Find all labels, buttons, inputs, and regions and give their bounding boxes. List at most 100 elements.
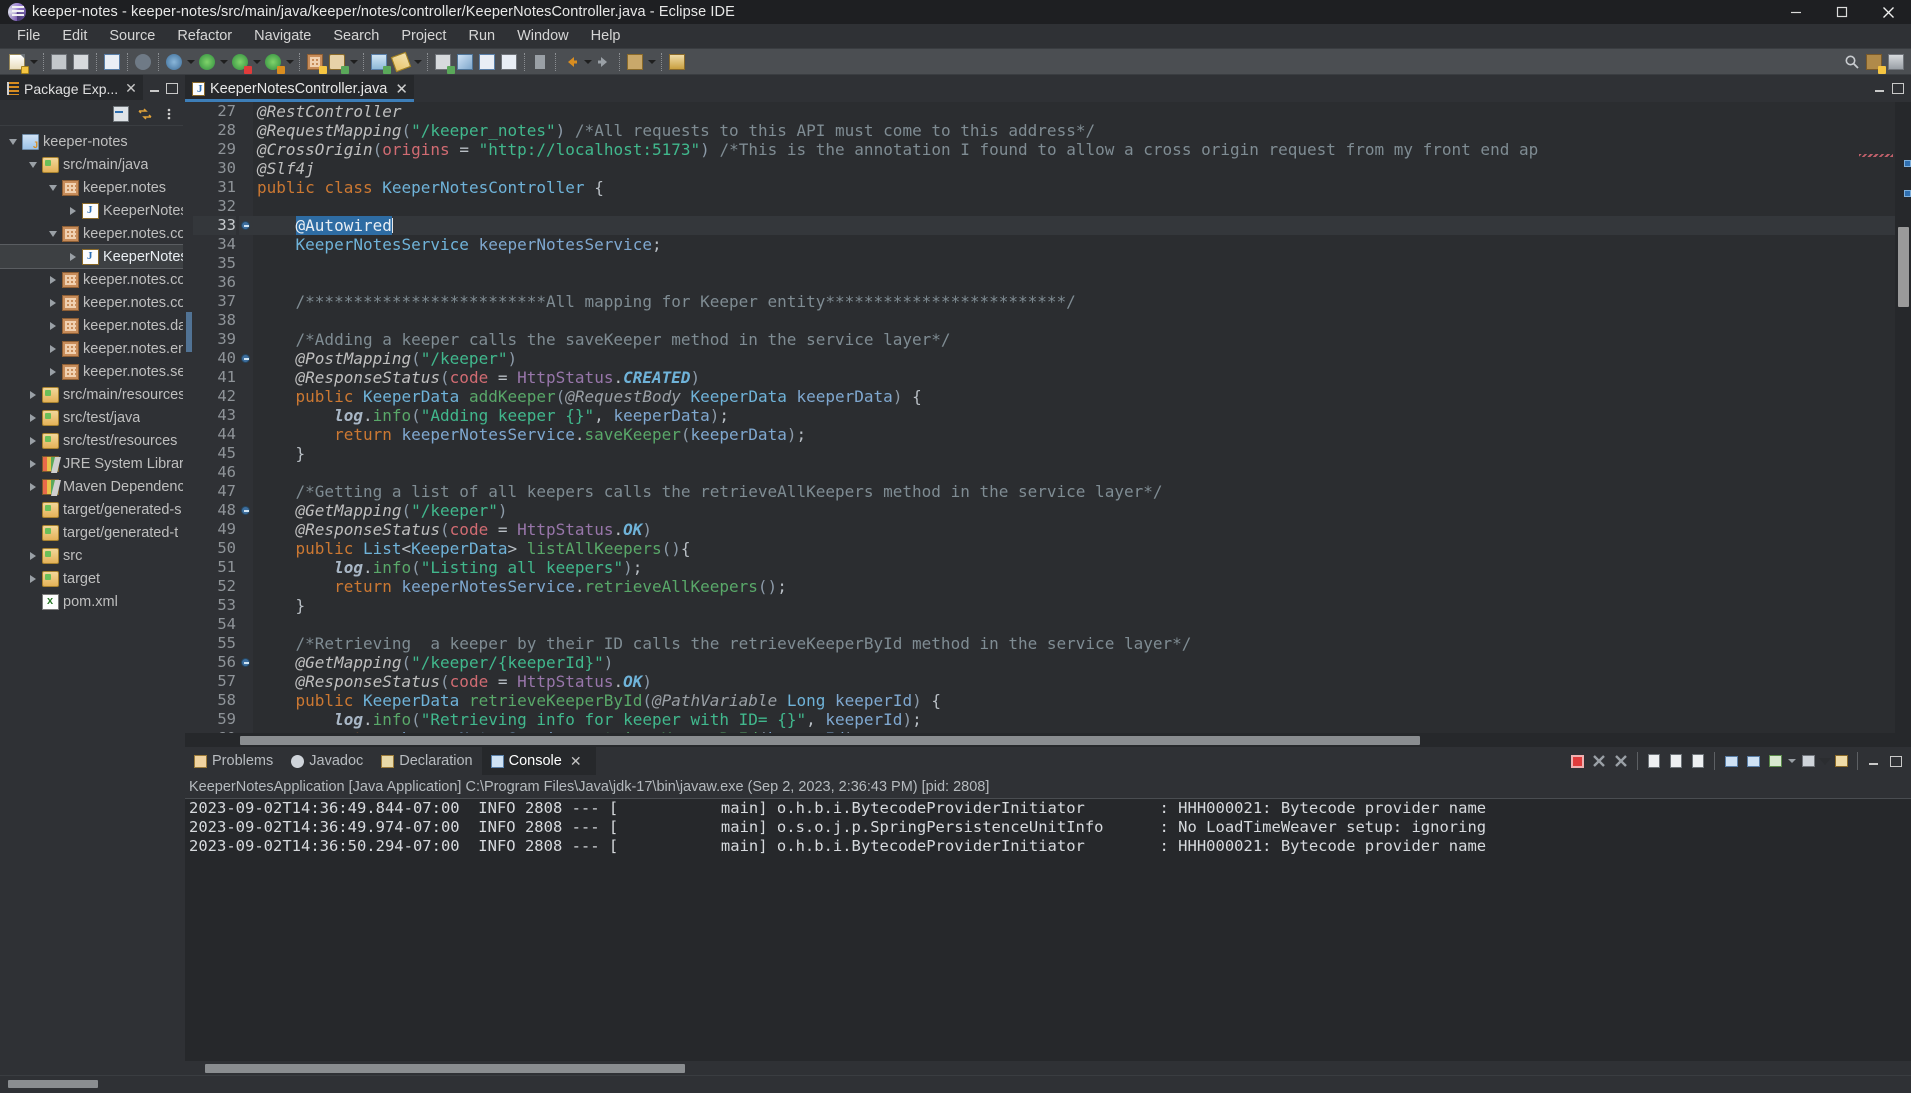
tree-item[interactable]: keeper-notes	[0, 130, 185, 153]
clear-console-icon[interactable]	[1644, 751, 1664, 771]
menu-help[interactable]: Help	[580, 25, 632, 47]
tab-keepernotescontroller[interactable]: KeeperNotesController.java ✕	[185, 75, 414, 102]
view-menu-icon[interactable]	[159, 104, 178, 123]
code-line[interactable]: }	[253, 444, 1895, 463]
menu-source[interactable]: Source	[98, 25, 166, 47]
menu-refactor[interactable]: Refactor	[166, 25, 243, 47]
code-line[interactable]: log.info("Retrieving info for keeper wit…	[253, 710, 1895, 729]
terminate-icon[interactable]	[1567, 751, 1587, 771]
maximize-icon[interactable]	[1886, 751, 1906, 771]
menu-edit[interactable]: Edit	[51, 25, 98, 47]
tree-twisty-icon[interactable]	[64, 206, 82, 215]
breakpoint-marker-icon[interactable]	[239, 653, 253, 672]
explorer-hscroll-thumb[interactable]	[8, 1080, 98, 1088]
code-line[interactable]: public KeeperData addKeeper(@RequestBody…	[253, 387, 1895, 406]
maximize-icon[interactable]	[1892, 83, 1904, 94]
tree-twisty-icon[interactable]	[24, 459, 42, 468]
code-line[interactable]: /*Adding a keeper calls the saveKeeper m…	[253, 330, 1895, 349]
back-dropdown[interactable]	[582, 52, 593, 72]
open-type-icon[interactable]	[102, 52, 122, 72]
run-dropdown[interactable]	[218, 52, 229, 72]
pin-editor-icon[interactable]	[625, 52, 645, 72]
tab-problems[interactable]: Problems	[185, 747, 282, 775]
save-icon[interactable]	[49, 52, 69, 72]
tree-twisty-icon[interactable]	[4, 138, 22, 145]
code-line[interactable]: log.info("Listing all keepers");	[253, 558, 1895, 577]
tree-item[interactable]: src	[0, 544, 185, 567]
code-line[interactable]	[253, 254, 1895, 273]
skip-breakpoints-icon[interactable]	[133, 52, 153, 72]
menu-search[interactable]: Search	[322, 25, 390, 47]
remove-launch-icon[interactable]	[1589, 751, 1609, 771]
open-perspective-icon[interactable]	[1864, 52, 1886, 74]
tree-item[interactable]: keeper.notes.co	[0, 291, 185, 314]
close-icon[interactable]: ✕	[570, 753, 582, 770]
code-line[interactable]: @RequestMapping("/keeper_notes") /*All r…	[253, 121, 1895, 140]
code-line[interactable]	[253, 311, 1895, 330]
code-line[interactable]: log.info("Adding keeper {}", keeperData)…	[253, 406, 1895, 425]
code-line[interactable]: @RestController	[253, 102, 1895, 121]
menu-run[interactable]: Run	[457, 25, 506, 47]
console-hscroll-thumb[interactable]	[205, 1064, 685, 1073]
warning-marker[interactable]	[1904, 190, 1911, 197]
close-icon[interactable]	[1865, 0, 1911, 24]
close-icon[interactable]: ✕	[395, 80, 408, 98]
edit-dropdown[interactable]	[412, 52, 423, 72]
new-java-package-icon[interactable]	[327, 52, 349, 74]
new-wizard-dropdown[interactable]	[28, 52, 39, 72]
menu-project[interactable]: Project	[390, 25, 457, 47]
tree-item[interactable]: JRE System Library	[0, 452, 185, 475]
tree-item[interactable]: Maven Dependenc	[0, 475, 185, 498]
project-tree[interactable]: keeper-notes src/main/java keeper.notes Kee…	[0, 126, 185, 1075]
external-tool-icon[interactable]	[667, 52, 687, 72]
tree-twisty-icon[interactable]	[24, 574, 42, 583]
code-line[interactable]: return keeperNotesService.retrieveAllKee…	[253, 577, 1895, 596]
editor-hscroll-thumb[interactable]	[240, 736, 1420, 745]
tree-item[interactable]: keeper.notes	[0, 176, 185, 199]
menu-navigate[interactable]: Navigate	[243, 25, 322, 47]
tree-item[interactable]: target	[0, 567, 185, 590]
menu-file[interactable]: File	[6, 25, 51, 47]
tree-twisty-icon[interactable]	[24, 161, 42, 168]
run-external-tools-icon[interactable]	[230, 52, 252, 74]
tree-item[interactable]: target/generated-s	[0, 498, 185, 521]
scroll-lock-icon[interactable]	[1666, 751, 1686, 771]
console-output[interactable]: 2023-09-02T14:36:49.844-07:00 INFO 2808 …	[185, 798, 1911, 1061]
code-line[interactable]	[253, 463, 1895, 482]
breakpoint-marker-icon[interactable]	[239, 349, 253, 368]
menu-window[interactable]: Window	[506, 25, 580, 47]
back-icon[interactable]	[561, 52, 581, 72]
code-line[interactable]: public KeeperData retrieveKeeperById(@Pa…	[253, 691, 1895, 710]
open-console-dropdown[interactable]	[1818, 751, 1831, 771]
breakpoint-marker-icon[interactable]	[239, 501, 253, 520]
save-all-icon[interactable]	[71, 52, 91, 72]
external-tools-dropdown[interactable]	[251, 52, 262, 72]
console-select-dropdown[interactable]	[1786, 751, 1797, 771]
tree-item[interactable]: keeper.notes.co	[0, 268, 185, 291]
overview-ruler[interactable]	[1895, 102, 1911, 733]
tree-item[interactable]: src/main/resources	[0, 383, 185, 406]
java-perspective-icon[interactable]	[455, 52, 475, 72]
open-console-icon[interactable]	[1798, 751, 1818, 771]
remove-all-terminated-icon[interactable]	[1611, 751, 1631, 771]
new-wizard-icon[interactable]	[7, 52, 29, 74]
debug-icon[interactable]	[164, 52, 184, 72]
code-line[interactable]: @GetMapping("/keeper/{keeperId}")	[253, 653, 1895, 672]
code-line[interactable]: KeeperNotesService keeperNotesService;	[253, 235, 1895, 254]
coverage-dropdown[interactable]	[284, 52, 295, 72]
code-line[interactable]: }	[253, 596, 1895, 615]
tab-javadoc[interactable]: Javadoc	[282, 747, 372, 775]
tree-twisty-icon[interactable]	[24, 390, 42, 399]
code-line[interactable]: @ResponseStatus(code = HttpStatus.OK)	[253, 520, 1895, 539]
code-line[interactable]: /*************************All mapping fo…	[253, 292, 1895, 311]
display-selected-console-icon[interactable]	[1765, 751, 1785, 771]
word-wrap-icon[interactable]	[1688, 751, 1708, 771]
minimize-icon[interactable]	[1864, 751, 1884, 771]
minimize-icon[interactable]	[1874, 83, 1886, 94]
editor-horizontal-scrollbar[interactable]	[185, 733, 1911, 747]
minimize-icon[interactable]	[1773, 0, 1819, 24]
tree-twisty-icon[interactable]	[44, 230, 62, 237]
tree-twisty-icon[interactable]	[24, 482, 42, 491]
tree-item[interactable]: src/test/resources	[0, 429, 185, 452]
previous-annotation-icon[interactable]	[499, 52, 519, 72]
